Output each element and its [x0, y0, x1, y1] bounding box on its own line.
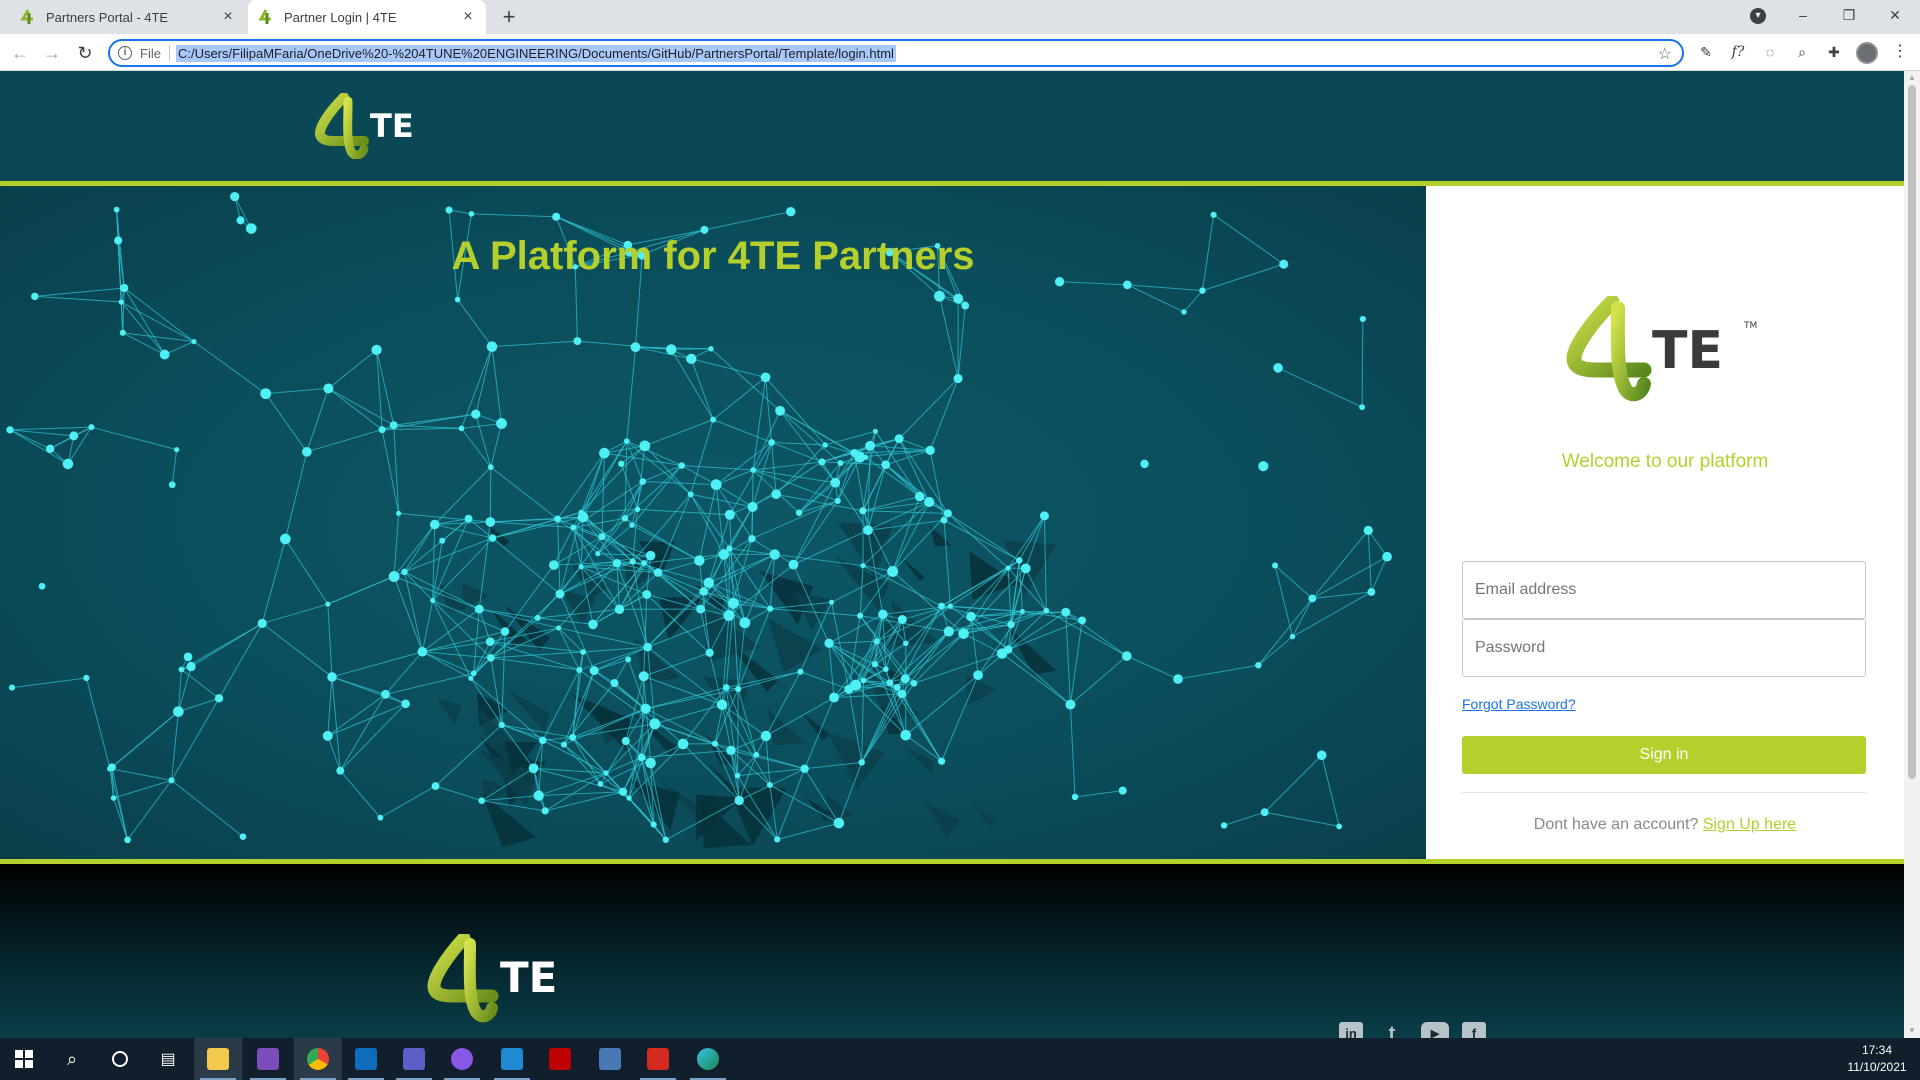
- tab-partner-login[interactable]: Partner Login | 4TE ×: [248, 0, 486, 34]
- site-header: TE: [0, 71, 1904, 181]
- trademark-label: TM: [1743, 321, 1757, 331]
- 4te-favicon: [20, 9, 33, 24]
- email-field[interactable]: [1462, 561, 1866, 619]
- linkedin-icon[interactable]: in: [1339, 1022, 1363, 1038]
- start-windows-icon[interactable]: [0, 1038, 48, 1080]
- extensions-puzzle-icon[interactable]: ✚: [1824, 42, 1844, 62]
- 4te-logo: TE TM: [1566, 296, 1757, 402]
- clock-date: 11/10/2021: [1847, 1060, 1907, 1074]
- minimize-button[interactable]: –: [1780, 0, 1826, 30]
- extension-search-icon[interactable]: ⌕: [1792, 42, 1812, 62]
- welcome-heading: Welcome to our platform: [1561, 451, 1769, 472]
- visual-studio-icon[interactable]: [244, 1038, 292, 1080]
- signup-prompt-text: Dont have an account?: [1533, 816, 1699, 833]
- teams-icon[interactable]: [390, 1038, 438, 1080]
- logo-text: TE: [500, 953, 557, 1002]
- restore-button[interactable]: ❐: [1826, 0, 1872, 30]
- address-bar[interactable]: i File C:/Users/FilipaMFaria/OneDrive%20…: [108, 39, 1684, 67]
- 4te-favicon: [258, 9, 271, 24]
- close-tab-icon[interactable]: ×: [220, 9, 236, 25]
- file-explorer-icon[interactable]: [194, 1038, 242, 1080]
- close-tab-icon[interactable]: ×: [460, 9, 476, 25]
- browser-menu-icon[interactable]: ⋮: [1892, 42, 1908, 62]
- chrome-icon[interactable]: [294, 1038, 342, 1080]
- acrobat-icon[interactable]: [634, 1038, 682, 1080]
- hero-banner: A Platform for 4TE Partners: [0, 186, 1426, 859]
- sign-in-button[interactable]: Sign in: [1462, 736, 1866, 774]
- windows-taskbar: ⌕ ▤ 17:34 11/10/2021: [0, 1038, 1920, 1080]
- 4te-logo[interactable]: TE: [314, 93, 434, 159]
- page-viewport: TE A Platform for 4TE Partners TE TM Wel…: [0, 71, 1904, 1038]
- password-field[interactable]: [1462, 619, 1866, 677]
- outlook-icon[interactable]: [342, 1038, 390, 1080]
- cortana-icon[interactable]: [96, 1038, 144, 1080]
- tab-title: Partners Portal - 4TE: [46, 9, 169, 25]
- twitter-icon[interactable]: t: [1380, 1022, 1404, 1038]
- system-clock[interactable]: 17:34 11/10/2021: [1840, 1042, 1914, 1076]
- youtube-icon[interactable]: ▶: [1421, 1022, 1449, 1038]
- facebook-icon[interactable]: f: [1462, 1022, 1486, 1038]
- forgot-password-link[interactable]: Forgot Password?: [1462, 696, 1576, 712]
- bookmark-star-icon[interactable]: ☆: [1658, 44, 1672, 64]
- network-app-icon[interactable]: [586, 1038, 634, 1080]
- filezilla-icon[interactable]: [536, 1038, 584, 1080]
- task-view-icon[interactable]: ▤: [144, 1038, 192, 1080]
- profile-avatar[interactable]: [1856, 42, 1878, 64]
- extension-circle-icon[interactable]: ◌: [1760, 42, 1780, 62]
- address-separator: [168, 45, 170, 61]
- extension-font-icon[interactable]: f?: [1728, 42, 1748, 62]
- close-window-button[interactable]: ✕: [1872, 0, 1918, 30]
- login-panel: TE TM Welcome to our platform Forgot Pas…: [1426, 186, 1904, 859]
- divider: [1462, 792, 1866, 793]
- github-desktop-icon[interactable]: [438, 1038, 486, 1080]
- edge-icon[interactable]: [684, 1038, 732, 1080]
- new-tab-button[interactable]: +: [496, 5, 522, 31]
- scroll-up-icon[interactable]: ▲: [1908, 73, 1916, 83]
- site-footer: TE in t ▶ f: [0, 864, 1904, 1038]
- logo-text: TE: [370, 107, 414, 145]
- tab-bar: Partners Portal - 4TE × Partner Login | …: [0, 0, 1920, 34]
- vertical-scrollbar[interactable]: ▲ ▼: [1904, 71, 1920, 1038]
- url-text[interactable]: C:/Users/FilipaMFaria/OneDrive%20-%204TU…: [175, 44, 896, 62]
- scroll-down-icon[interactable]: ▼: [1908, 1026, 1916, 1036]
- 4te-logo: TE: [427, 934, 557, 1023]
- extension-eyedropper-icon[interactable]: ✎: [1696, 42, 1716, 62]
- sign-up-link[interactable]: Sign Up here: [1703, 816, 1796, 833]
- forward-arrow-icon[interactable]: →: [40, 41, 64, 65]
- network-edges: [9, 196, 1388, 841]
- tab-partners-portal[interactable]: Partners Portal - 4TE ×: [10, 0, 246, 34]
- browser-window: Partners Portal - 4TE × Partner Login | …: [0, 0, 1920, 1080]
- scrollbar-thumb[interactable]: [1908, 85, 1916, 779]
- browser-toolbar: ← → ↻ i File C:/Users/FilipaMFaria/OneDr…: [0, 34, 1920, 71]
- tab-title: Partner Login | 4TE: [284, 9, 397, 25]
- info-icon[interactable]: i: [118, 46, 132, 60]
- signup-prompt: Dont have an account? Sign Up here: [1426, 816, 1904, 834]
- scheme-label: File: [140, 45, 161, 61]
- logo-text: TE: [1652, 321, 1723, 381]
- search-icon[interactable]: ⌕: [48, 1038, 96, 1080]
- handshake-shape: [435, 520, 1057, 849]
- back-arrow-icon[interactable]: ←: [8, 41, 32, 65]
- clock-time: 17:34: [1861, 1043, 1893, 1057]
- handshake-network-illustration: [6, 191, 1392, 849]
- hero-title: A Platform for 4TE Partners: [451, 234, 975, 278]
- reload-icon[interactable]: ↻: [73, 41, 97, 65]
- tab-search-icon[interactable]: ▾: [1750, 8, 1766, 24]
- vscode-icon[interactable]: [488, 1038, 536, 1080]
